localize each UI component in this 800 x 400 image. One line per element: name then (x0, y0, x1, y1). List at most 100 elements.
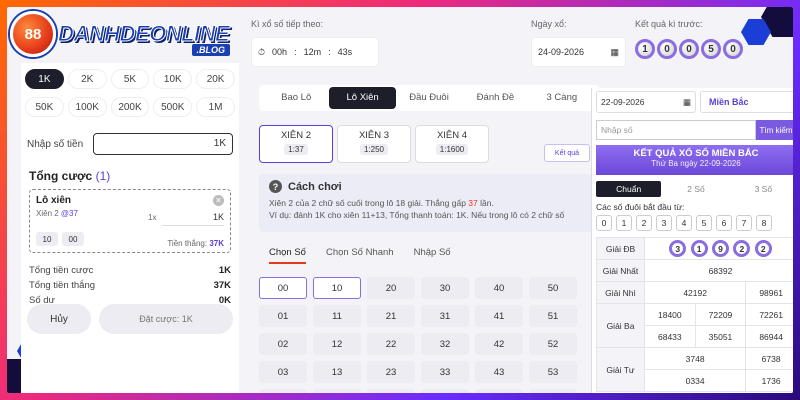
tab-mode-2-digits[interactable]: 2 Số (663, 181, 728, 197)
tab-lo-xien[interactable]: Lô Xiên (329, 87, 396, 109)
tab-enter-number[interactable]: Nhập Số (414, 247, 451, 264)
number-cell[interactable]: 50 (529, 277, 577, 299)
xien-option[interactable]: XIÊN 4 1:1600 (415, 125, 489, 163)
digit-filter-button[interactable]: 6 (716, 215, 732, 231)
amount-preset[interactable]: 20K (196, 69, 235, 89)
digit-filter-button[interactable]: 1 (616, 215, 632, 231)
how-to-play-rule: Xiên 2 của 2 chữ số cuối trong lô 18 giả… (269, 197, 582, 221)
prize-label: Giải Tư (596, 347, 645, 392)
lottery-ball-logo: 88 (10, 11, 56, 57)
digit-filter-button[interactable]: 8 (756, 215, 772, 231)
number-cell[interactable]: 00 (259, 277, 307, 299)
amount-preset[interactable]: 500K (153, 97, 193, 117)
tab-choose-number[interactable]: Chọn Số (269, 247, 306, 264)
tab-danh-de[interactable]: Đánh Đề (462, 87, 528, 109)
number-cell[interactable]: 51 (529, 305, 577, 327)
xien-name: XIÊN 3 (358, 130, 390, 141)
amount-preset[interactable]: 5K (110, 69, 150, 89)
amount-input-label: Nhập số tiền (27, 138, 84, 150)
tab-mode-3-digits[interactable]: 3 Số (731, 181, 793, 197)
amount-preset[interactable]: 2K (67, 69, 107, 89)
result-banner: KẾT QUẢ XỔ SỐ MIỀN BẮC Thứ Ba ngày 22-09… (596, 145, 793, 175)
digit-filter-button[interactable]: 5 (696, 215, 712, 231)
countdown-minutes: 12m (300, 45, 325, 59)
number-cell[interactable]: 34 (421, 389, 469, 393)
number-cell[interactable]: 01 (259, 305, 307, 327)
logo-tag: .BLOG (191, 44, 230, 56)
tab-quick-choose[interactable]: Chọn Số Nhanh (326, 247, 394, 264)
number-cell[interactable]: 10 (313, 277, 361, 299)
number-cell[interactable]: 22 (367, 333, 415, 355)
amount-input[interactable]: 1K (93, 133, 233, 155)
number-cell[interactable]: 03 (259, 361, 307, 383)
cancel-button[interactable]: Hủy (27, 304, 91, 334)
site-logo[interactable]: 88 DANHDEONLINE .BLOG (10, 10, 236, 58)
xien-option[interactable]: XIÊN 2 1:37 (259, 125, 333, 163)
tab-dau-duoi[interactable]: Đầu Đuôi (396, 87, 462, 109)
amount-preset[interactable]: 1K (25, 69, 64, 89)
number-cell[interactable]: 14 (313, 389, 361, 393)
how-to-play-box: ? Cách chơi Xiên 2 của 2 chữ số cuối tron… (259, 174, 592, 232)
result-search-button[interactable]: Tìm kiếm (756, 120, 793, 140)
number-cell[interactable]: 32 (421, 333, 469, 355)
xien-option[interactable]: XIÊN 3 1:250 (337, 125, 411, 163)
result-banner-date: Thứ Ba ngày 22-09-2026 (651, 159, 741, 168)
bet-type: Xiên 2 (36, 209, 59, 218)
digit-filter-button[interactable]: 7 (736, 215, 752, 231)
number-cell[interactable]: 12 (313, 333, 361, 355)
number-cell[interactable]: 13 (313, 361, 361, 383)
digit-filter-button[interactable]: 2 (636, 215, 652, 231)
summary-label: Tổng tiền cược (29, 265, 94, 276)
digit-filter-button[interactable]: 4 (676, 215, 692, 231)
number-cell[interactable]: 40 (475, 277, 523, 299)
draw-date-picker[interactable]: 24-09-2026 ▦ (531, 37, 626, 67)
digit-filter-button[interactable]: 3 (656, 215, 672, 231)
prize-value: 3748 (643, 347, 747, 370)
place-bet-button[interactable]: Đặt cược: 1K (99, 304, 233, 334)
amount-preset[interactable]: 50K (25, 97, 64, 117)
prize-label: Giải Nhất (596, 259, 645, 282)
result-ball: 5 (701, 39, 721, 59)
number-cell[interactable]: 02 (259, 333, 307, 355)
result-ball: 1 (635, 39, 655, 59)
remove-bet-icon[interactable]: ✕ (213, 195, 224, 206)
xien-rate: 1:250 (359, 144, 389, 155)
number-cell[interactable]: 04 (259, 389, 307, 393)
amount-preset[interactable]: 100K (67, 97, 107, 117)
number-cell[interactable]: 33 (421, 361, 469, 383)
result-ball: 1 (690, 240, 708, 257)
region-select[interactable]: Miền Bắc (700, 91, 793, 113)
tab-3-cang[interactable]: 3 Càng (529, 87, 595, 109)
number-cell[interactable]: 42 (475, 333, 523, 355)
amount-preset[interactable]: 10K (153, 69, 193, 89)
number-cell[interactable]: 24 (367, 389, 415, 393)
tab-mode-standard[interactable]: Chuẩn (596, 181, 662, 197)
total-bets-heading: Tổng cược (1) (21, 159, 239, 187)
results-button[interactable]: Kết quả (544, 144, 590, 162)
digit-filter-button[interactable]: 0 (596, 215, 612, 231)
number-cell[interactable]: 11 (313, 305, 361, 327)
tab-bao-lo[interactable]: Bao Lô (263, 87, 329, 109)
number-cell[interactable]: 44 (475, 389, 523, 393)
number-cell[interactable]: 41 (475, 305, 523, 327)
xien-rate: 1:37 (284, 144, 308, 155)
amount-preset[interactable]: 200K (110, 97, 150, 117)
summary-value: 1K (218, 265, 231, 276)
number-cell[interactable]: 31 (421, 305, 469, 327)
number-cell[interactable]: 52 (529, 333, 577, 355)
number-cell[interactable]: 30 (421, 277, 469, 299)
result-search-input[interactable]: Nhập số (596, 120, 756, 140)
xien-rate: 1:1600 (435, 144, 469, 155)
number-cell[interactable]: 54 (529, 389, 577, 393)
number-cell[interactable]: 20 (367, 277, 415, 299)
prize-value: 18400 (644, 303, 696, 326)
number-cell[interactable]: 23 (367, 361, 415, 383)
result-date-picker[interactable]: 22-09-2026 ▦ (596, 91, 696, 113)
number-input-mode-tabs: Chọn Số Chọn Số Nhanh Nhập Số (269, 247, 451, 264)
number-cell[interactable]: 43 (475, 361, 523, 383)
number-cell[interactable]: 53 (529, 361, 577, 383)
number-cell[interactable]: 21 (367, 305, 415, 327)
amount-preset[interactable]: 1M (196, 97, 235, 117)
bet-amount-input[interactable]: 1K (162, 210, 224, 226)
result-ball: 0 (723, 39, 743, 59)
